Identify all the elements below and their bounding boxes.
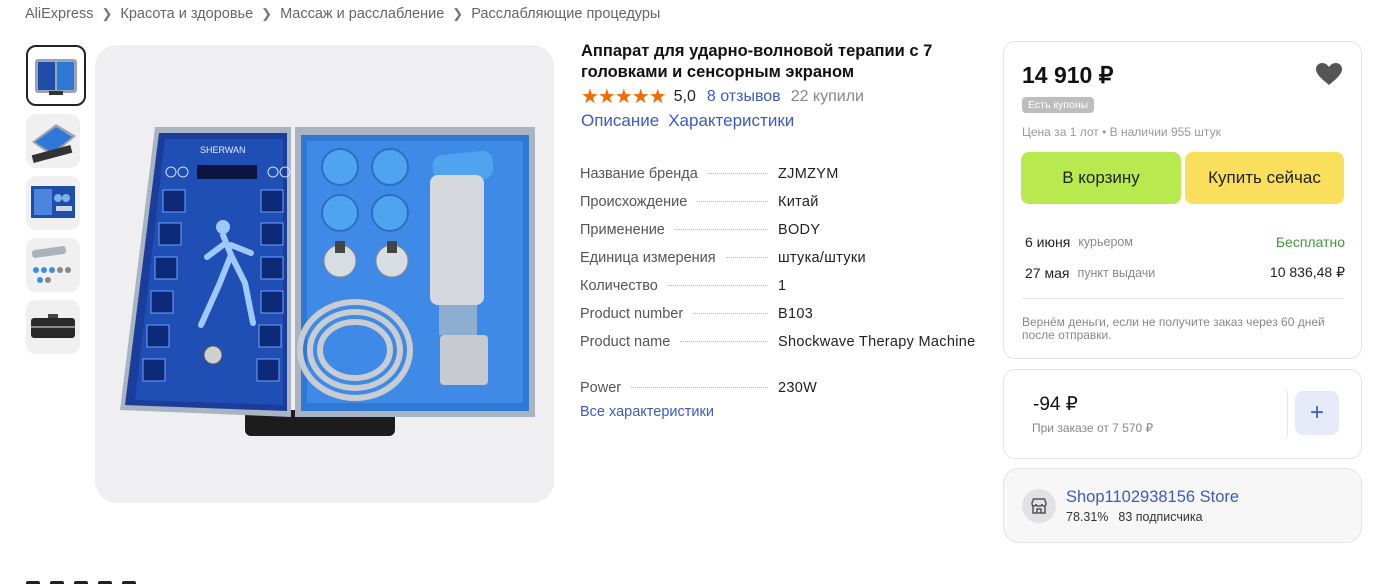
- breadcrumb-massage[interactable]: Массаж и расслабление: [280, 6, 444, 22]
- coupon-amount: -94 ₽: [1033, 394, 1078, 415]
- tab-description[interactable]: Описание: [581, 111, 659, 131]
- price: 14 910 ₽: [1022, 62, 1114, 88]
- spec-key: Product number: [580, 306, 684, 322]
- breadcrumb-relax-procedures[interactable]: Расслабляющие процедуры: [471, 6, 660, 22]
- divider: [1022, 298, 1344, 299]
- sold-count: 22 купили: [790, 87, 864, 105]
- spec-key: Название бренда: [580, 166, 698, 182]
- spec-key: Количество: [580, 278, 658, 294]
- delivery-cost: Бесплатно: [1275, 234, 1345, 250]
- store-name[interactable]: Shop1102938156 Store: [1066, 488, 1239, 507]
- spec-row: Единица измерения штука/штуки: [580, 250, 980, 278]
- device-brand-text: SHERWAN: [200, 145, 246, 155]
- spec-value: штука/штуки: [778, 250, 866, 266]
- rating-value: 5,0: [673, 87, 696, 105]
- thumbnail-2[interactable]: [26, 114, 80, 168]
- delivery-method: пункт выдачи: [1077, 265, 1156, 280]
- tab-characteristics[interactable]: Характеристики: [668, 111, 794, 131]
- spec-value: Shockwave Therapy Machine: [778, 334, 976, 350]
- spec-row: Product number B103: [580, 306, 980, 334]
- spec-key: Product name: [580, 334, 671, 350]
- all-specs-link[interactable]: Все характеристики: [580, 404, 980, 420]
- thumbnail-gallery: [26, 45, 86, 362]
- store-stats: 78.31% 83 подписчика: [1066, 510, 1203, 524]
- breadcrumb: AliExpress ❯ Красота и здоровье ❯ Массаж…: [25, 6, 660, 22]
- store-icon: [1022, 489, 1056, 523]
- spec-value: ZJMZYM: [778, 166, 839, 182]
- store-card[interactable]: Shop1102938156 Store 78.31% 83 подписчика: [1003, 468, 1362, 543]
- spec-value: 1: [778, 278, 787, 294]
- thumbnail-4[interactable]: [26, 238, 80, 292]
- chevron-right-icon: ❯: [101, 6, 113, 21]
- spec-row: Product name Shockwave Therapy Machine: [580, 334, 980, 380]
- spec-value: BODY: [778, 222, 821, 238]
- spec-key: Происхождение: [580, 194, 688, 210]
- store-subscribers: 83 подписчика: [1118, 510, 1203, 524]
- delivery-method: курьером: [1078, 235, 1133, 249]
- delivery-cost: 10 836,48 ₽: [1269, 264, 1345, 280]
- delivery-date: 6 июня: [1025, 234, 1071, 250]
- store-rating: 78.31%: [1066, 510, 1109, 524]
- heart-icon[interactable]: [1315, 62, 1343, 91]
- thumbnail-1[interactable]: [26, 45, 86, 106]
- spec-row: Происхождение Китай: [580, 194, 980, 222]
- add-to-cart-button[interactable]: В корзину: [1021, 152, 1181, 204]
- buy-box: 14 910 ₽ Есть купоны Цена за 1 лот • В н…: [1003, 41, 1362, 359]
- coupon-badge[interactable]: Есть купоны: [1022, 97, 1095, 113]
- spec-value: 230W: [778, 380, 818, 396]
- chevron-right-icon: ❯: [261, 6, 273, 21]
- spec-key: Единица измерения: [580, 250, 716, 266]
- spec-row: Название бренда ZJMZYM: [580, 166, 980, 194]
- star-rating-icon: ★★★★★: [581, 86, 667, 108]
- lot-info: Цена за 1 лот • В наличии 955 штук: [1022, 125, 1221, 139]
- spec-key: Power: [580, 380, 622, 396]
- product-main-image[interactable]: SHERWAN: [95, 45, 554, 503]
- reviews-link[interactable]: 8 отзывов: [707, 88, 781, 106]
- coupon-condition: При заказе от 7 570 ₽: [1032, 421, 1154, 435]
- delivery-option-courier[interactable]: 6 июня курьером Бесплатно: [1025, 234, 1345, 250]
- spec-row: Количество 1: [580, 278, 980, 306]
- product-tabs: Описание Характеристики: [581, 111, 803, 131]
- breadcrumb-beauty-health[interactable]: Красота и здоровье: [120, 6, 253, 22]
- coupon-offer[interactable]: -94 ₽ При заказе от 7 570 ₽: [1021, 388, 1288, 440]
- thumbnail-5[interactable]: [26, 300, 80, 354]
- product-title: Аппарат для ударно-волновой терапии с 7 …: [581, 42, 933, 81]
- spec-value: Китай: [778, 194, 819, 210]
- refund-note: Вернём деньги, если не получите заказ че…: [1022, 315, 1325, 342]
- spec-value: B103: [778, 306, 814, 322]
- rating-row: ★★★★★ 5,0 8 отзывов 22 купили: [581, 84, 864, 109]
- buy-now-button[interactable]: Купить сейчас: [1185, 152, 1344, 204]
- coupon-card: -94 ₽ При заказе от 7 570 ₽ +: [1003, 369, 1362, 459]
- next-section-heading-fragment: [26, 576, 176, 584]
- breadcrumb-aliexpress[interactable]: AliExpress: [25, 6, 94, 22]
- spec-key: Применение: [580, 222, 665, 238]
- delivery-date: 27 мая: [1025, 264, 1070, 281]
- chevron-right-icon: ❯: [452, 6, 464, 21]
- spec-row: Применение BODY: [580, 222, 980, 250]
- delivery-option-pickup[interactable]: 27 мая пункт выдачи 10 836,48 ₽: [1025, 264, 1345, 281]
- thumbnail-3[interactable]: [26, 176, 80, 230]
- specs-list: Название бренда ZJMZYM Происхождение Кит…: [580, 166, 980, 420]
- add-coupon-button[interactable]: +: [1295, 391, 1339, 435]
